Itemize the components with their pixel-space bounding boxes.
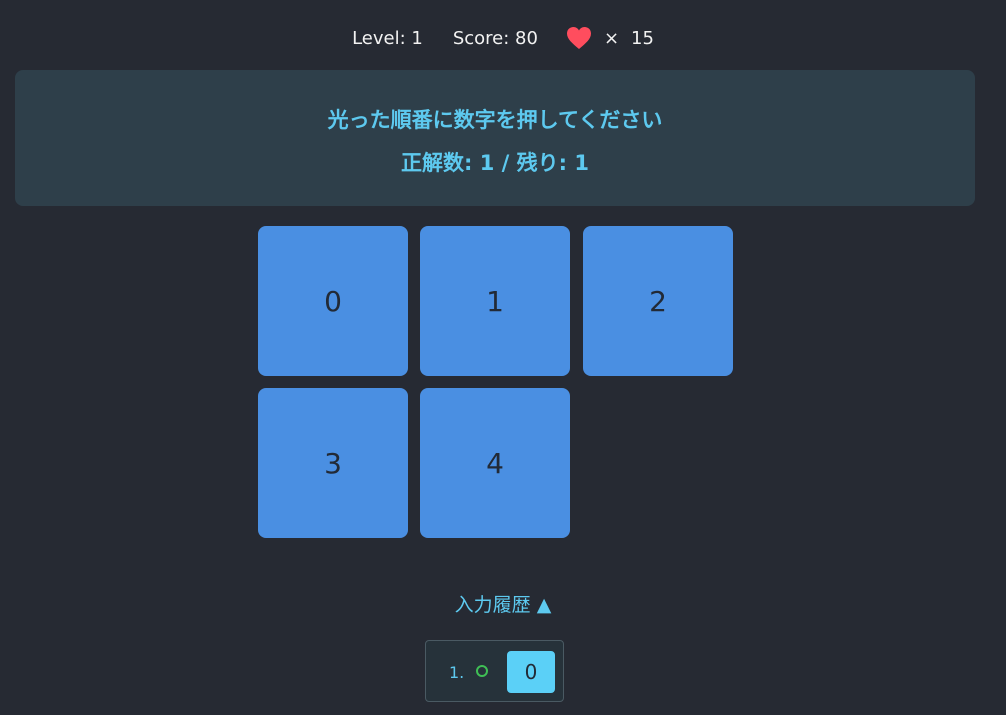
history-entry-value: 0 xyxy=(507,651,555,693)
number-tile-0[interactable]: 0 xyxy=(258,226,408,376)
number-tile-2[interactable]: 2 xyxy=(583,226,733,376)
number-tile-1[interactable]: 1 xyxy=(420,226,570,376)
history-toggle-button[interactable]: 入力履歴 ▲ xyxy=(0,590,1006,617)
score-label: Score: 80 xyxy=(452,27,538,49)
history-list: 1. 0 xyxy=(425,640,564,702)
lives-count: 15 xyxy=(631,27,654,49)
instruction-text: 光った順番に数字を押してください xyxy=(327,108,663,132)
level-label: Level: 1 xyxy=(352,27,423,49)
lives-display: × 15 xyxy=(566,26,654,50)
hud-bar: Level: 1 Score: 80 × 15 xyxy=(0,24,1006,52)
progress-text: 正解数: 1 / 残り: 1 xyxy=(401,151,589,175)
correct-circle-icon xyxy=(476,665,488,677)
history-entry-index: 1. xyxy=(449,663,465,682)
lives-times-sign: × xyxy=(603,27,620,49)
instruction-panel: 光った順番に数字を押してください 正解数: 1 / 残り: 1 xyxy=(15,70,975,206)
number-tile-3[interactable]: 3 xyxy=(258,388,408,538)
heart-icon xyxy=(566,27,591,49)
number-tile-4[interactable]: 4 xyxy=(420,388,570,538)
